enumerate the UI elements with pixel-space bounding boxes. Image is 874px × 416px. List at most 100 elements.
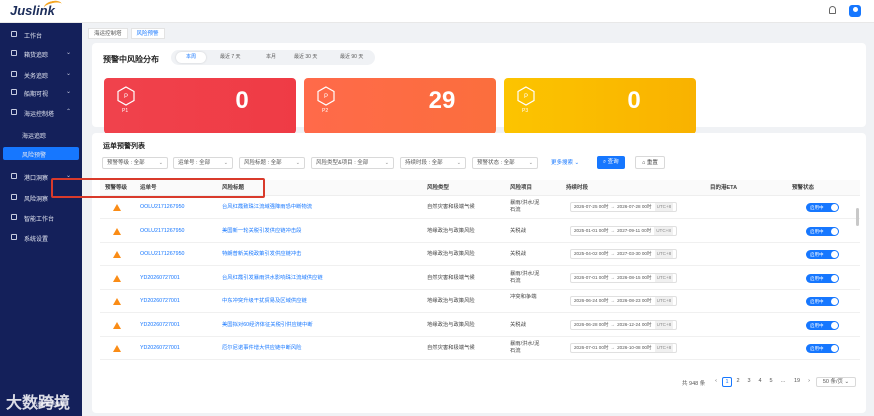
risk-badge-icon: P [317, 86, 335, 106]
page-4[interactable]: 4 [755, 377, 765, 387]
waybill-link[interactable]: OOLU2171267950 [140, 204, 184, 211]
range-separator: → [610, 204, 616, 209]
gear-icon [11, 234, 17, 240]
risk-title-link[interactable]: 厄尔尼诺事件增大供应链中断风险 [222, 345, 301, 352]
tab-last-30-days[interactable]: 最近 30 天 [284, 52, 327, 63]
duration-end: 2027-03-30 00时 [617, 251, 652, 256]
filter-warning-level[interactable]: 预警等级 : 全部 ⌄ [102, 157, 168, 169]
tab-last-7-days[interactable]: 最近 7 天 [210, 52, 251, 63]
duration-range: 2025-04-02 00时 → 2027-03-30 00时 UTC+8 [570, 249, 678, 259]
risk-count: 29 [428, 87, 456, 114]
page-size-select[interactable]: 50 条/页 ⌄ [816, 377, 856, 387]
more-search-link[interactable]: 更多搜索 ⌄ [551, 158, 579, 166]
sidebar-item-11[interactable]: 系统设置 [0, 231, 82, 244]
status-toggle[interactable]: 启用中 [806, 273, 839, 283]
sidebar-item-10[interactable]: 智能工作台 [0, 211, 82, 224]
table-row[interactable]: YD20260727001 厄尔尼诺事件增大供应链中断风险 自然灾害和极端气候 暴雨/… [100, 337, 860, 360]
status-toggle[interactable]: 启用中 [806, 297, 839, 306]
waybill-link[interactable]: YD20260727001 [140, 345, 180, 352]
risk-title-link[interactable]: 特朗普新关税政策引发供应链冲击 [222, 251, 301, 258]
sidebar-item-4[interactable]: 船期可视 ⌄ [0, 86, 82, 99]
reset-button[interactable]: ⌂ 重置 [635, 156, 665, 169]
sidebar-item-label: 箱货追踪 [24, 53, 49, 59]
risk-type: 自然灾害和极端气候 [427, 204, 475, 210]
chevron-icon: ⌄ [66, 50, 72, 56]
breadcrumb-tab-risk-warning[interactable]: 风险预警 [130, 27, 165, 39]
main-content: 海运控制塔 风险预警 预警中风险分布 本周 最近 7 天 本月 最近 30 天 … [82, 23, 874, 416]
filter-label: 预警等级 : 全部 [107, 160, 145, 166]
status-label: 启用中 [810, 275, 824, 281]
waybill-link[interactable]: OOLU2171267950 [140, 251, 184, 258]
tab-this-month[interactable]: 本月 [256, 52, 286, 63]
table-row[interactable]: YD20260727001 中东冲突升级干扰贸易及区域供应链 地缘政治与政策风险 冲突… [100, 290, 860, 313]
svg-text:P: P [524, 94, 528, 100]
page-ellipsis[interactable]: ... [778, 377, 788, 387]
sidebar-item-2[interactable]: 箱货追踪 ⌄ [0, 47, 82, 60]
duration-end: 2026-08-23 00时 [617, 298, 652, 303]
sidebar-item-1[interactable]: 工作台 [0, 28, 82, 41]
risk-title-link[interactable]: 中东冲突升级干扰贸易及区域供应链 [222, 298, 307, 305]
filter-label: 持续时段 : 全部 [405, 160, 443, 166]
waybill-link[interactable]: OOLU2171267950 [140, 228, 184, 235]
bell-icon[interactable] [829, 6, 836, 14]
risk-type: 地缘政治与政策风险 [427, 298, 475, 304]
table-row[interactable]: OOLU2171267950 特朗普新关税政策引发供应链冲击 地缘政治与政策风险 关税… [100, 243, 860, 266]
status-toggle[interactable]: 启用中 [806, 320, 839, 330]
page-5[interactable]: 5 [766, 377, 776, 387]
timezone-badge: UTC+8 [654, 203, 674, 211]
range-separator: → [610, 345, 616, 350]
sidebar-item-3[interactable]: 关务追踪 ⌄ [0, 68, 82, 81]
risk-title-link[interactable]: 台风红霞引发暴雨洪水影响珠江流域供应链 [222, 275, 323, 282]
sidebar-item-7[interactable]: 风险预警 [3, 147, 79, 160]
duration-end: 2027-09-11 00时 [617, 227, 652, 233]
page-1[interactable]: 1 [722, 377, 732, 387]
sidebar-item-6[interactable]: 海运追踪 [0, 128, 82, 141]
table-row[interactable]: YD20260727001 美国拟对60经济体征关税引供应链中断 地缘政治与政策风险… [100, 314, 860, 337]
filter-waybill-no[interactable]: 运单号 : 全部 ⌄ [173, 157, 233, 169]
risk-card-p3[interactable]: P P3 0 [504, 78, 696, 134]
risk-title-link[interactable]: 台风红霞致珠江流域强降雨恐中断物流 [222, 204, 312, 211]
status-toggle[interactable]: 启用中 [806, 226, 839, 236]
status-toggle[interactable]: 启用中 [806, 344, 839, 353]
breadcrumb-tab-control-tower[interactable]: 海运控制塔 [88, 27, 128, 39]
risk-card-p1[interactable]: P P1 0 [104, 78, 296, 134]
waybill-link[interactable]: YD20260727001 [140, 322, 180, 329]
tab-this-week[interactable]: 本周 [176, 52, 207, 63]
timezone-badge: UTC+8 [654, 273, 674, 282]
waybill-link[interactable]: YD20260727001 [140, 275, 180, 282]
table-row[interactable]: YD20260727001 台风红霞引发暴雨洪水影响珠江流域供应链 自然灾害和极端气… [100, 267, 860, 290]
query-button[interactable]: ⌕ 查询 [597, 156, 625, 169]
risk-level-label: P3 [522, 108, 529, 114]
page-19[interactable]: 19 [792, 377, 802, 387]
risk-badge-icon: P [117, 86, 135, 106]
prev-page-button[interactable]: ‹ [711, 377, 721, 387]
duration-start: 2025-01-01 00时 [574, 227, 609, 233]
range-separator: → [610, 321, 616, 327]
filter-risk-title[interactable]: 风险标题 : 全部 ⌄ [239, 157, 305, 169]
duration-end: 2026-12-24 00时 [617, 321, 652, 327]
status-toggle[interactable]: 启用中 [806, 203, 839, 212]
filter-duration[interactable]: 持续时段 : 全部 ⌄ [400, 157, 466, 169]
col-status: 预警状态 [792, 185, 815, 191]
risk-title-link[interactable]: 美国新一轮关税引发供应链冲击段 [222, 228, 301, 235]
user-icon[interactable] [849, 5, 861, 17]
table-row[interactable]: OOLU2171267950 美国新一轮关税引发供应链冲击段 地缘政治与政策风险 关税… [100, 220, 860, 243]
risk-card-p2[interactable]: P P2 29 [304, 78, 496, 134]
chevron-down-icon: ⌄ [384, 160, 389, 166]
page-3[interactable]: 3 [744, 377, 754, 387]
table-row[interactable]: OOLU2171267950 台风红霞致珠江流域强降雨恐中断物流 自然灾害和极端气候… [100, 196, 860, 219]
next-page-button[interactable]: › [804, 377, 814, 387]
risk-title-link[interactable]: 美国拟对60经济体征关税引供应链中断 [222, 322, 313, 329]
status-toggle[interactable]: 启用中 [806, 250, 839, 259]
tab-last-90-days[interactable]: 最近 90 天 [330, 52, 373, 63]
range-separator: → [610, 227, 616, 233]
sidebar-item-5[interactable]: 海运控制塔 ⌃ [0, 106, 82, 119]
risk-count: 0 [627, 87, 641, 114]
filter-risk-type[interactable]: 风险类型&项目 : 全部 ⌄ [311, 157, 394, 169]
watermark-sub: 让跨境更简单 [35, 402, 66, 408]
table-scrollbar[interactable] [856, 208, 859, 226]
filter-warning-status[interactable]: 预警状态 : 全部 ⌄ [472, 157, 538, 169]
app-logo[interactable]: Juslink [10, 0, 63, 18]
waybill-link[interactable]: YD20260727001 [140, 298, 180, 305]
page-2[interactable]: 2 [733, 377, 743, 387]
